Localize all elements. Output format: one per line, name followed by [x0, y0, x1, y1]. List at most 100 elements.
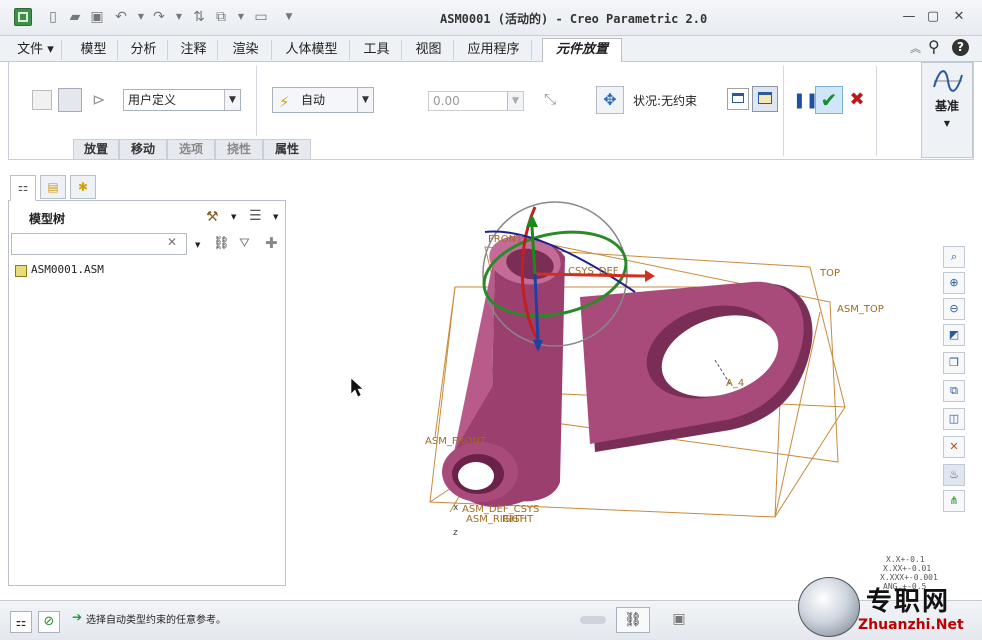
tab-model-tree[interactable]: ⚏	[10, 175, 36, 201]
progress-indicator-icon	[580, 616, 606, 624]
cancel-button[interactable]: ✖	[847, 89, 867, 111]
flip-icon[interactable]: ⊳	[92, 90, 112, 110]
display-style-icon[interactable]: ❒	[943, 352, 965, 374]
redo-icon[interactable]: ↷	[150, 8, 168, 26]
datum-curve-icon	[932, 69, 964, 93]
window-title: ASM0001 (活动的) - Creo Parametric 2.0	[440, 12, 708, 26]
find-icon[interactable]: ⛓	[213, 236, 230, 251]
minimize-ribbon-icon[interactable]: ︽	[910, 40, 921, 56]
find-icon[interactable]: ⛓	[616, 607, 650, 633]
offset-value: 0.00	[433, 94, 460, 108]
tree-settings-icon[interactable]: ⚒	[206, 209, 219, 225]
ribbon-divider	[256, 66, 257, 136]
tab-view[interactable]: 视图	[404, 40, 454, 60]
annotation-display-icon[interactable]: ⋔	[943, 490, 965, 512]
mouse-cursor-icon	[350, 377, 364, 398]
customize-quick-access-icon[interactable]: ▼	[280, 8, 298, 26]
subtab-move[interactable]: 移动	[119, 139, 167, 160]
app-logo-icon	[14, 8, 32, 26]
model-tree-panel: 模型树 ⚒ ▼ ☰ ▼ ✕ ▼ ⛓ ⛛ ✚ ASM0001.ASM	[8, 200, 286, 586]
tree-item-label: ASM0001.ASM	[31, 263, 104, 276]
assembly-window-icon[interactable]	[752, 86, 778, 112]
axis-z-label: z	[453, 528, 458, 538]
redo-dropdown-icon[interactable]: ▼	[170, 8, 188, 26]
windows-dropdown-icon[interactable]: ▼	[232, 8, 250, 26]
minimize-icon[interactable]: —	[898, 8, 920, 26]
tab-applications[interactable]: 应用程序	[456, 40, 532, 60]
view-manager-icon[interactable]: ◫	[943, 408, 965, 430]
new-file-icon[interactable]: ▯	[44, 8, 62, 26]
browser-toggle-icon[interactable]: ⊘	[38, 611, 60, 633]
search-icon[interactable]: ⚲	[928, 37, 940, 56]
filter-icon[interactable]: ⛛	[239, 236, 250, 251]
constraint-type-value: 自动	[301, 93, 326, 107]
datum-button[interactable]: 基准 ▼	[921, 62, 973, 158]
watermark-cn: 专职网	[866, 587, 951, 617]
surface-icon[interactable]	[58, 88, 82, 112]
chevron-down-icon[interactable]: ▼	[195, 241, 200, 249]
model-tree-search-input[interactable]	[11, 233, 187, 255]
tab-favorites[interactable]: ✱	[70, 175, 96, 199]
spin-center-icon[interactable]: ♨	[943, 464, 965, 486]
soccer-ball-icon	[798, 577, 860, 637]
navigator-toggle-icon[interactable]: ⚏	[10, 611, 32, 633]
subtab-options[interactable]: 选项	[167, 139, 215, 160]
model-viewport[interactable]: FRONT CSYS_DEF TOP ASM_TOP A_4 ASM_FRONT…	[290, 172, 936, 592]
datum-display-icon[interactable]: ✕	[943, 436, 965, 458]
repaint-icon[interactable]: ◩	[943, 324, 965, 346]
selection-filter-icon[interactable]: ▣	[664, 607, 694, 633]
status-label: 状况:无约束	[633, 94, 698, 108]
windows-icon[interactable]: ⧉	[212, 8, 230, 26]
help-icon[interactable]: ?	[952, 39, 969, 56]
zoom-in-icon[interactable]: ⊕	[943, 272, 965, 294]
model-tree-title: 模型树	[29, 212, 66, 226]
maximize-icon[interactable]: ▢	[922, 8, 944, 26]
open-folder-icon[interactable]: ▰	[66, 8, 84, 26]
subtab-properties[interactable]: 属性	[263, 139, 311, 160]
tab-tools[interactable]: 工具	[352, 40, 402, 60]
flip-constraint-icon[interactable]: ⤡	[544, 90, 556, 108]
chevron-down-icon: ▼	[224, 90, 240, 110]
title-bar: ▯ ▰ ▣ ↶ ▼ ↷ ▼ ⇅ ⧉ ▼ ▭ ▼ ASM0001 (活动的) - …	[0, 0, 982, 36]
constraint-set-select[interactable]: 用户定义 ▼	[123, 89, 241, 111]
refit-icon[interactable]: ⌕	[943, 246, 965, 268]
pause-button[interactable]: ❚❚	[793, 89, 818, 111]
tab-analysis[interactable]: 分析	[120, 40, 168, 60]
chevron-down-icon: ▼	[943, 119, 951, 128]
zoom-out-icon[interactable]: ⊖	[943, 298, 965, 320]
show-columns-icon[interactable]: ☰	[249, 208, 262, 224]
tab-model[interactable]: 模型	[70, 40, 118, 60]
accept-button[interactable]: ✔	[815, 86, 843, 114]
subtab-flexibility[interactable]: 挠性	[215, 139, 263, 160]
tab-folder-browser[interactable]: ▤	[40, 175, 66, 199]
close-icon[interactable]: ✕	[948, 8, 970, 26]
offset-input[interactable]: 0.00 ▼	[428, 91, 524, 111]
tab-file[interactable]: 文件 ▾	[10, 40, 62, 60]
close-window-icon[interactable]: ▭	[252, 8, 270, 26]
assembly-icon	[15, 265, 27, 277]
clear-search-icon[interactable]: ✕	[167, 235, 177, 249]
expand-icon[interactable]: ✚	[265, 234, 278, 252]
tab-render[interactable]: 渲染	[220, 40, 272, 60]
use-interface-icon[interactable]	[32, 90, 52, 110]
move-component-icon[interactable]: ✥	[596, 86, 624, 114]
saved-orientations-icon[interactable]: ⧉	[943, 380, 965, 402]
favorites-icon: ✱	[77, 180, 89, 194]
tab-annotate[interactable]: 注释	[170, 40, 218, 60]
constraint-set-value: 用户定义	[128, 93, 177, 107]
constraint-type-select[interactable]: ⚡ 自动 ▼	[272, 87, 374, 113]
save-icon[interactable]: ▣	[88, 8, 106, 26]
folder-icon: ▤	[47, 180, 59, 194]
chevron-down-icon[interactable]: ▼	[231, 213, 236, 221]
datum-label-asm-front: ASM_FRONT	[425, 436, 487, 447]
undo-icon[interactable]: ↶	[112, 8, 130, 26]
lightning-icon: ⚡	[279, 93, 290, 111]
axis-label-a4: A_4	[726, 378, 744, 389]
tab-manikin[interactable]: 人体模型	[274, 40, 350, 60]
subtab-placement[interactable]: 放置	[73, 139, 119, 160]
regenerate-icon[interactable]: ⇅	[190, 8, 208, 26]
undo-dropdown-icon[interactable]: ▼	[132, 8, 150, 26]
chevron-down-icon[interactable]: ▼	[273, 213, 278, 221]
tab-component-placement[interactable]: 元件放置	[542, 38, 622, 64]
separate-window-icon[interactable]	[727, 88, 749, 110]
